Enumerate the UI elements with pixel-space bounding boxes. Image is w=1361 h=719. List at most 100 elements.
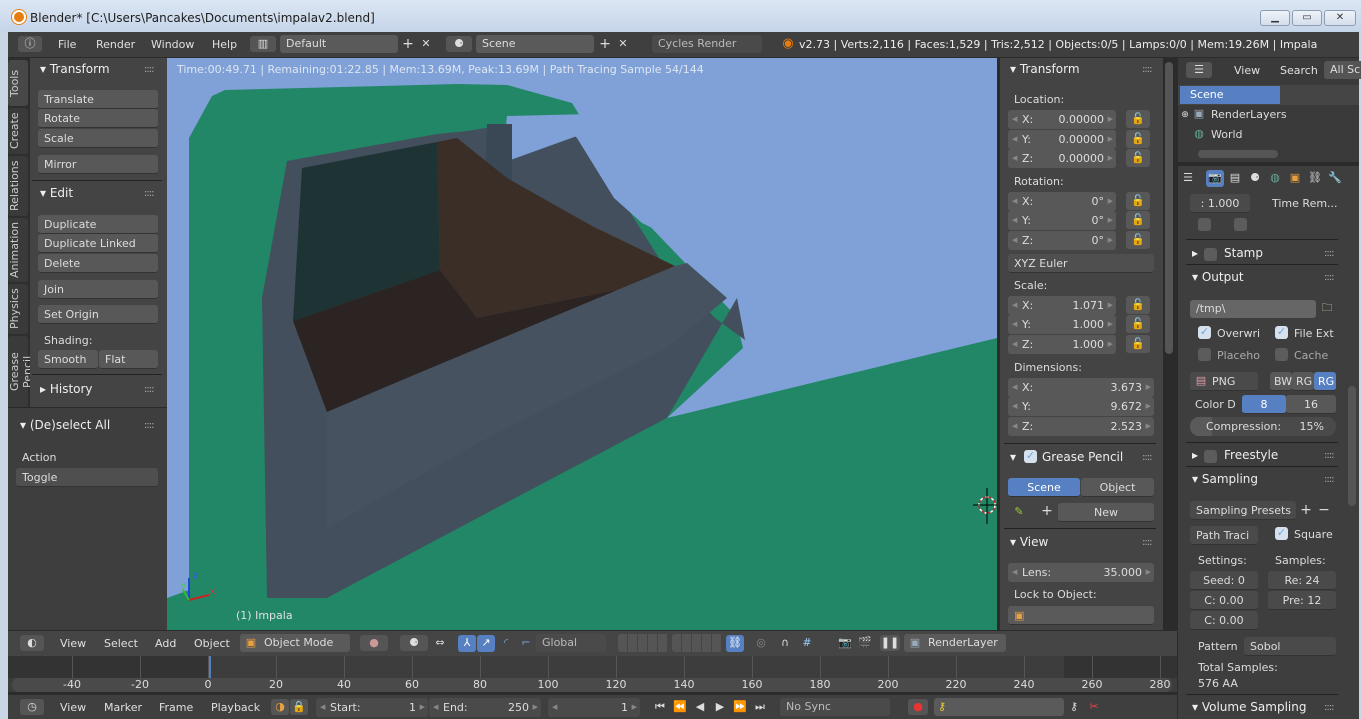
set-origin-select[interactable]: Set Origin xyxy=(38,305,158,324)
expand-icon[interactable]: ⊕ xyxy=(1180,107,1190,123)
delete-keyframe-icon[interactable]: ✂ xyxy=(1086,699,1102,715)
dimensions-z-field[interactable]: ◀ Z: 2.523 ▶ xyxy=(1008,417,1154,436)
drag-handle-icon[interactable]: :::: xyxy=(1324,450,1335,461)
square-samples-checkbox[interactable]: ✓ xyxy=(1275,527,1288,540)
aspect-field[interactable]: : 1.000 xyxy=(1190,194,1250,213)
lock-rotation-z-icon[interactable]: 🔓 xyxy=(1126,231,1150,249)
rotation-y-field[interactable]: ◀ Y: 0° ▶ xyxy=(1008,211,1116,230)
drag-handle-icon[interactable]: :::: xyxy=(1324,702,1335,713)
lock-object-field[interactable]: ▣ xyxy=(1008,606,1154,625)
jump-end-icon[interactable]: ⏭ xyxy=(752,699,768,715)
output-header[interactable]: ▾ Output xyxy=(1192,270,1244,284)
drag-handle-icon[interactable]: :::: xyxy=(1324,272,1335,283)
location-z-field[interactable]: ◀ Z: 0.00000 ▶ xyxy=(1008,149,1116,168)
drag-handle-icon[interactable]: :::: xyxy=(1324,248,1335,259)
duplicate-button[interactable]: Duplicate xyxy=(38,215,158,234)
timeline-menu-playback[interactable]: Playback xyxy=(211,701,260,714)
record-icon[interactable]: ● xyxy=(908,699,928,715)
clamp-direct-field[interactable]: C: 0.00 xyxy=(1190,591,1258,610)
color-mode-rgb[interactable]: RG xyxy=(1292,372,1314,391)
timeline[interactable]: -40 -20 0 20 40 60 80 100 120 140 160 180 200 220 240 2… xyxy=(8,656,1177,692)
n-transform-header[interactable]: ▾ Transform xyxy=(1010,62,1080,76)
outliner-item-scene[interactable]: Scene xyxy=(1180,86,1280,104)
menu-select[interactable]: Select xyxy=(104,637,138,650)
grease-pencil-scene-tab[interactable]: Scene xyxy=(1008,478,1080,497)
outliner-item-renderlayers[interactable]: RenderLayers xyxy=(1211,108,1287,121)
scale-button[interactable]: Scale xyxy=(38,129,158,148)
action-select[interactable]: Toggle xyxy=(16,468,158,487)
outliner-item-world[interactable]: World xyxy=(1211,128,1243,141)
new-grease-pencil-button[interactable]: New xyxy=(1058,503,1154,522)
menu-add[interactable]: Add xyxy=(155,637,176,650)
stamp-header[interactable]: ▸ xyxy=(1192,246,1198,260)
add-scene-icon[interactable]: + xyxy=(598,36,612,52)
menu-help[interactable]: Help xyxy=(212,38,237,51)
properties-scrollbar[interactable] xyxy=(1348,386,1356,506)
flat-button[interactable]: Flat xyxy=(99,350,158,369)
maximize-button[interactable]: ▭ xyxy=(1292,10,1322,26)
manipulator-toggle-icon[interactable]: ⇔ xyxy=(430,635,450,651)
add-icon[interactable]: + xyxy=(1040,503,1054,519)
lock-camera-layers-icon[interactable]: ⛓ xyxy=(726,635,744,652)
deselect-all-header[interactable]: ▾ (De)select All xyxy=(20,418,110,432)
freestyle-checkbox[interactable] xyxy=(1204,450,1217,463)
drag-handle-icon[interactable]: :::: xyxy=(1142,452,1153,463)
3d-view-editor-icon[interactable]: ◐ xyxy=(20,635,44,651)
3d-cursor-icon[interactable] xyxy=(973,486,997,526)
lock-range-icon[interactable]: 🔒 xyxy=(290,699,308,715)
color-depth-8[interactable]: 8 xyxy=(1242,395,1286,414)
next-keyframe-icon[interactable]: ⏩ xyxy=(732,699,748,715)
use-preview-range-icon[interactable]: ◑ xyxy=(271,699,289,715)
location-y-field[interactable]: ◀ Y: 0.00000 ▶ xyxy=(1008,130,1116,149)
clamp-indirect-field[interactable]: C: 0.00 xyxy=(1190,611,1258,630)
manipulator-translate-icon[interactable]: ⅄ xyxy=(458,635,476,652)
integrator-select[interactable]: Path Traci xyxy=(1190,526,1258,545)
scale-z-field[interactable]: ◀ Z: 1.000 ▶ xyxy=(1008,335,1116,354)
preview-samples-field[interactable]: Pre: 12 xyxy=(1268,591,1336,610)
folder-icon[interactable]: 🗀 xyxy=(1318,300,1336,316)
timeline-editor-icon[interactable]: ◷ xyxy=(20,699,44,715)
layer-buttons-2[interactable] xyxy=(672,634,722,652)
jump-start-icon[interactable]: ⏮ xyxy=(652,699,668,715)
timeline-menu-marker[interactable]: Marker xyxy=(104,701,142,714)
menu-render[interactable]: Render xyxy=(96,38,135,51)
mirror-button[interactable]: Mirror xyxy=(38,155,158,174)
grease-pencil-object-tab[interactable]: Object xyxy=(1081,478,1154,497)
manipulator-rotate-icon[interactable]: ◜ xyxy=(497,635,515,651)
output-path-input[interactable]: /tmp\ xyxy=(1190,300,1316,318)
drag-handle-icon[interactable]: :::: xyxy=(1324,474,1335,485)
color-mode-bw[interactable]: BW xyxy=(1270,372,1292,391)
render-layers-tab-icon[interactable]: ▤ xyxy=(1226,170,1244,186)
rotation-x-field[interactable]: ◀ X: 0° ▶ xyxy=(1008,192,1116,211)
add-preset-icon[interactable]: + xyxy=(1298,502,1314,518)
screen-layout-field[interactable]: Default xyxy=(280,35,398,53)
seed-field[interactable]: Seed: 0 xyxy=(1190,571,1258,590)
current-frame-field[interactable]: ◀ 1 ▶ xyxy=(548,698,640,717)
outliner-editor-icon[interactable]: ☰ xyxy=(1186,62,1212,78)
start-frame-field[interactable]: ◀ Start: 1 ▶ xyxy=(316,698,428,717)
menu-file[interactable]: File xyxy=(58,38,76,51)
3d-viewport[interactable]: Time:00:49.71 | Remaining:01:22.85 | Mem… xyxy=(167,58,997,630)
lens-field[interactable]: ◀ Lens: 35.000 ▶ xyxy=(1008,563,1154,582)
opengl-animation-icon[interactable]: 🎬 xyxy=(856,635,874,651)
modifiers-tab-icon[interactable]: 🔧 xyxy=(1326,170,1344,186)
tab-relations[interactable]: Relations xyxy=(8,156,28,216)
sync-mode-select[interactable]: No Sync xyxy=(780,698,890,716)
timeline-scrollbar[interactable] xyxy=(12,678,1172,692)
cache-checkbox[interactable] xyxy=(1275,348,1288,361)
lock-rotation-x-icon[interactable]: 🔓 xyxy=(1126,192,1150,210)
scene-field[interactable]: Scene xyxy=(476,35,594,53)
snap-icon[interactable]: ∩ xyxy=(776,635,794,651)
drag-handle-icon[interactable]: :::: xyxy=(144,188,155,199)
checkbox[interactable] xyxy=(1198,218,1211,231)
add-layout-icon[interactable]: + xyxy=(401,36,415,52)
menu-window[interactable]: Window xyxy=(151,38,194,51)
grease-pencil-header[interactable]: ▾ xyxy=(1010,450,1016,464)
transform-orientation-select[interactable]: Global xyxy=(536,634,606,652)
play-icon[interactable]: ▶ xyxy=(712,699,728,715)
properties-editor-icon[interactable]: ☰ xyxy=(1178,170,1198,186)
proportional-edit-icon[interactable]: ◎ xyxy=(752,635,770,651)
file-ext-checkbox[interactable]: ✓ xyxy=(1275,326,1288,339)
lock-scale-y-icon[interactable]: 🔓 xyxy=(1126,315,1150,333)
scene-icon[interactable]: ⚈ xyxy=(446,36,472,52)
